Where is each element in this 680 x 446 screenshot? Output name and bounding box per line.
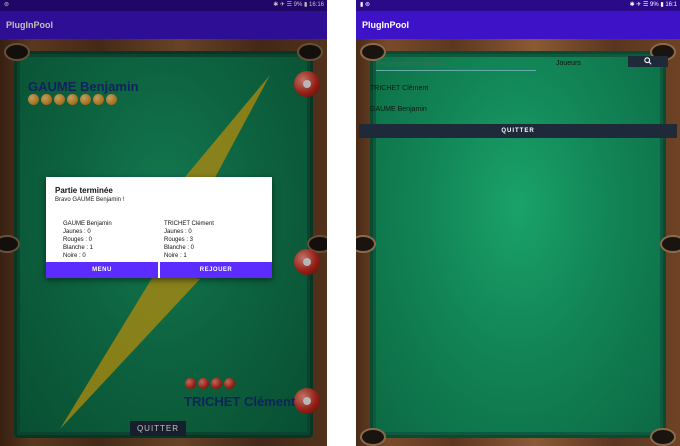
status-left: ▮ ⊚: [360, 2, 370, 8]
player1-blanche: Blanche : 1: [63, 245, 94, 251]
menu-button[interactable]: MENU: [46, 262, 158, 278]
player1-noire: Noire : 0: [63, 253, 86, 259]
search-button[interactable]: [628, 56, 668, 67]
table-felt: [376, 57, 660, 432]
search-icon: [644, 56, 652, 65]
game-screen: ⊚ ✱ ✈ ☰ 9% ▮ 16:16 PlugInPool GAUME Benj…: [0, 0, 327, 446]
player-list-item[interactable]: TRICHET Clément: [370, 85, 428, 92]
players-screen: ▮ ⊚ ✱ ✈ ☰ 9% ▮ 16:1 PlugInPool Joueurs T…: [356, 0, 680, 446]
pool-table: [356, 39, 680, 446]
player1-stats: GAUME Benjamin Jaunes : 0 Rouges : 0 Bla…: [63, 220, 112, 260]
dialog-title: Partie terminée: [55, 186, 113, 195]
status-right: ✱ ✈ ☰ 9% ▮ 16:1: [629, 2, 677, 8]
player-list-item[interactable]: GAUME Benjamin: [370, 106, 427, 113]
status-bar: ▮ ⊚ ✱ ✈ ☰ 9% ▮ 16:1: [356, 0, 680, 11]
replay-button[interactable]: REJOUER: [160, 262, 272, 278]
player-search-input[interactable]: [376, 58, 536, 71]
player2-jaunes: Jaunes : 0: [164, 229, 192, 235]
app-title: PlugInPool: [356, 11, 680, 39]
player2-blanche: Blanche : 0: [164, 245, 195, 251]
player1-jaunes: Jaunes : 0: [63, 229, 91, 235]
pocket-bottom-right: [650, 428, 676, 446]
dialog-actions: MENU REJOUER: [46, 262, 272, 278]
dialog-message: Bravo GAUME Benjamin !: [55, 197, 125, 203]
pocket-bottom-left: [360, 428, 386, 446]
player2-rouges: Rouges : 3: [164, 237, 194, 243]
game-over-dialog: Partie terminée Bravo GAUME Benjamin ! G…: [46, 177, 272, 278]
quit-button[interactable]: QUITTER: [359, 124, 677, 138]
player1-name: GAUME Benjamin: [63, 221, 112, 227]
player1-rouges: Rouges : 0: [63, 237, 93, 243]
players-label: Joueurs: [556, 60, 581, 67]
pocket-mid-right: [660, 235, 680, 253]
player2-noire: Noire : 1: [164, 253, 187, 259]
search-row: Joueurs: [376, 56, 668, 72]
player2-stats: TRICHET Clément Jaunes : 0 Rouges : 3 Bl…: [164, 220, 214, 260]
player2-name: TRICHET Clément: [164, 221, 214, 227]
